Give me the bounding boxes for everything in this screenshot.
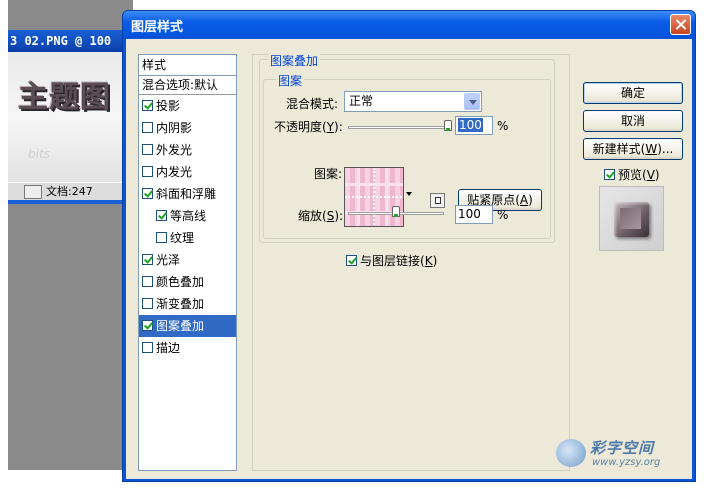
style-item-label: 等高线 bbox=[170, 209, 207, 223]
style-item[interactable]: 颜色叠加 bbox=[139, 271, 236, 293]
status-nav-icon[interactable] bbox=[24, 185, 42, 199]
styles-list: 样式 混合选项:默认 投影内阴影外发光内发光斜面和浮雕等高线纹理光泽颜色叠加渐变… bbox=[138, 54, 237, 471]
watermark-logo-icon bbox=[556, 439, 586, 467]
style-items: 投影内阴影外发光内发光斜面和浮雕等高线纹理光泽颜色叠加渐变叠加图案叠加描边 bbox=[139, 95, 236, 359]
style-item[interactable]: 内发光 bbox=[139, 161, 236, 183]
preview-checkbox-box[interactable] bbox=[604, 169, 615, 180]
document-canvas[interactable]: 主题图 bits bbox=[8, 52, 133, 182]
style-item[interactable]: 斜面和浮雕 bbox=[139, 183, 236, 205]
canvas-faint-text: bits bbox=[28, 147, 50, 161]
ok-button[interactable]: 确定 bbox=[583, 82, 683, 104]
document-status-bar: 文档:247 bbox=[8, 182, 133, 201]
subgroup-title: 图案 bbox=[276, 72, 305, 89]
new-style-button[interactable]: 新建样式(W)... bbox=[583, 138, 683, 160]
blend-mode-value: 正常 bbox=[349, 94, 374, 108]
chevron-down-icon[interactable] bbox=[464, 93, 480, 110]
scale-input[interactable]: 100 bbox=[455, 205, 493, 224]
blending-options-item[interactable]: 混合选项:默认 bbox=[139, 76, 236, 95]
style-checkbox[interactable] bbox=[142, 100, 153, 111]
style-item-label: 内阴影 bbox=[156, 121, 193, 135]
blend-mode-select[interactable]: 正常 bbox=[344, 91, 482, 112]
watermark-title: 彩字空间 bbox=[590, 439, 655, 457]
opacity-slider-thumb[interactable] bbox=[444, 120, 452, 131]
scale-label: 缩放(S): bbox=[298, 209, 344, 223]
style-item[interactable]: 纹理 bbox=[139, 227, 236, 249]
link-with-layer-checkbox[interactable]: 与图层链接(K) bbox=[346, 252, 437, 269]
close-icon[interactable] bbox=[670, 14, 691, 35]
style-checkbox[interactable] bbox=[142, 166, 153, 177]
document-border bbox=[8, 200, 133, 204]
style-checkbox[interactable] bbox=[142, 298, 153, 309]
document-size-text: 文档:247 bbox=[46, 185, 93, 198]
opacity-unit: % bbox=[497, 119, 509, 133]
style-item[interactable]: 光泽 bbox=[139, 249, 236, 271]
new-preset-icon[interactable] bbox=[430, 193, 445, 208]
style-checkbox[interactable] bbox=[156, 210, 167, 221]
opacity-label: 不透明度(Y): bbox=[274, 120, 343, 134]
style-item[interactable]: 外发光 bbox=[139, 139, 236, 161]
scale-slider-thumb[interactable] bbox=[392, 206, 400, 217]
style-item[interactable]: 投影 bbox=[139, 95, 236, 117]
style-item-label: 颜色叠加 bbox=[156, 275, 205, 289]
style-item[interactable]: 图案叠加 bbox=[139, 315, 236, 337]
styles-list-header[interactable]: 样式 bbox=[139, 55, 236, 76]
pattern-picker-arrow-icon[interactable] bbox=[405, 167, 414, 227]
style-item[interactable]: 内阴影 bbox=[139, 117, 236, 139]
style-item-label: 内发光 bbox=[156, 165, 193, 179]
link-checkbox-box[interactable] bbox=[346, 255, 357, 266]
style-item-label: 斜面和浮雕 bbox=[156, 187, 217, 201]
style-item-label: 光泽 bbox=[156, 253, 181, 267]
style-checkbox[interactable] bbox=[142, 342, 153, 353]
cancel-button[interactable]: 取消 bbox=[583, 110, 683, 132]
layer-style-dialog: 图层样式 样式 混合选项:默认 投影内阴影外发光内发光斜面和浮雕等高线纹理光泽颜… bbox=[122, 10, 696, 482]
preview-checkbox[interactable]: 预览(V) bbox=[604, 166, 660, 183]
style-checkbox[interactable] bbox=[142, 254, 153, 265]
style-item-label: 投影 bbox=[156, 99, 181, 113]
blend-mode-label: 混合模式: bbox=[286, 97, 339, 111]
group-title: 图案叠加 bbox=[268, 52, 321, 69]
pattern-swatch[interactable] bbox=[344, 167, 404, 227]
preview-tile bbox=[614, 202, 649, 237]
style-item-label: 描边 bbox=[156, 341, 181, 355]
dialog-title-bar[interactable]: 图层样式 bbox=[123, 11, 695, 39]
style-checkbox[interactable] bbox=[142, 188, 153, 199]
scale-unit: % bbox=[497, 208, 509, 222]
style-item-label: 纹理 bbox=[170, 231, 195, 245]
style-item[interactable]: 描边 bbox=[139, 337, 236, 359]
style-checkbox[interactable] bbox=[142, 122, 153, 133]
style-item[interactable]: 等高线 bbox=[139, 205, 236, 227]
style-preview-thumbnail bbox=[599, 186, 664, 251]
dialog-body: 样式 混合选项:默认 投影内阴影外发光内发光斜面和浮雕等高线纹理光泽颜色叠加渐变… bbox=[126, 39, 692, 479]
style-item[interactable]: 渐变叠加 bbox=[139, 293, 236, 315]
opacity-slider-track[interactable] bbox=[348, 126, 452, 129]
site-watermark: 彩字空间 www.yzsy.org bbox=[556, 437, 686, 473]
style-checkbox[interactable] bbox=[156, 232, 167, 243]
dialog-title: 图层样式 bbox=[131, 20, 184, 35]
style-item-label: 渐变叠加 bbox=[156, 297, 205, 311]
style-checkbox[interactable] bbox=[142, 320, 153, 331]
watermark-url: www.yzsy.org bbox=[592, 457, 661, 468]
style-item-label: 图案叠加 bbox=[156, 319, 205, 333]
pattern-label: 图案: bbox=[314, 167, 343, 181]
opacity-input[interactable]: 100 bbox=[455, 116, 493, 135]
document-title-bar[interactable]: 3 02.PNG @ 100 bbox=[8, 30, 133, 52]
document-title: 3 02.PNG @ 100 bbox=[10, 34, 112, 48]
style-checkbox[interactable] bbox=[142, 144, 153, 155]
canvas-artwork-text: 主题图 bbox=[18, 80, 111, 115]
style-checkbox[interactable] bbox=[142, 276, 153, 287]
style-item-label: 外发光 bbox=[156, 143, 193, 157]
